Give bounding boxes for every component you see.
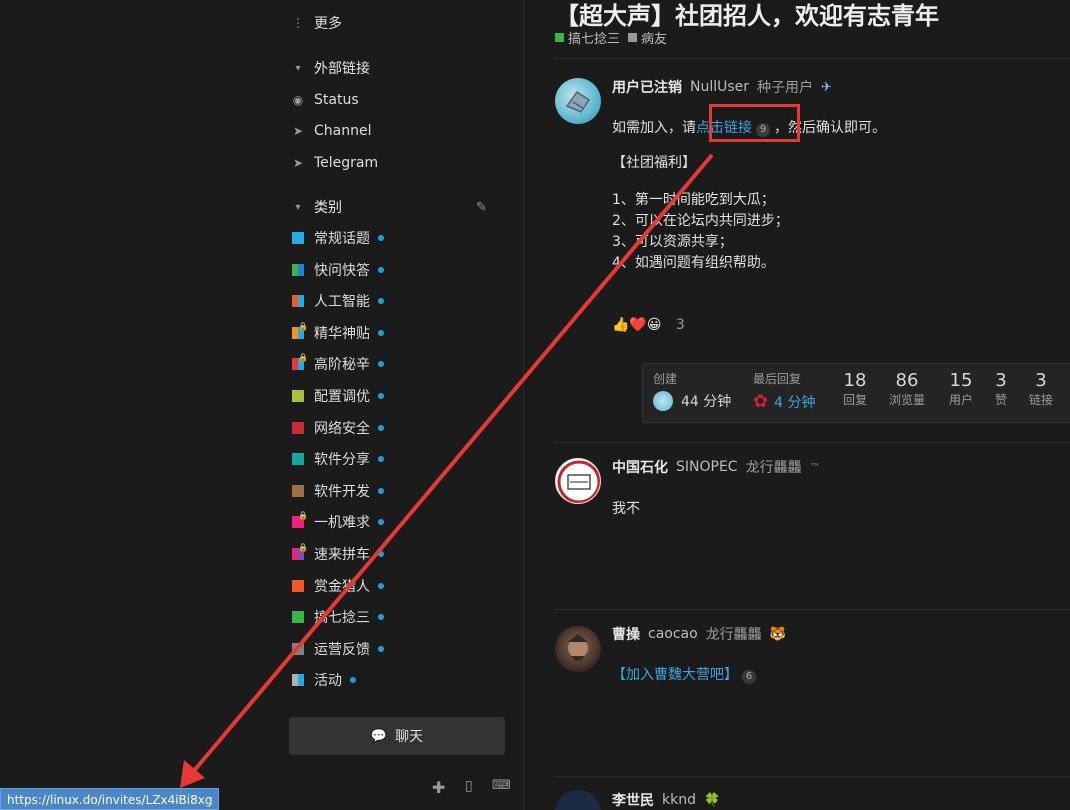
annotation-arrow	[180, 153, 714, 788]
status-bar-url: https://linux.do/invites/LZx4iBi8xg	[0, 788, 220, 810]
